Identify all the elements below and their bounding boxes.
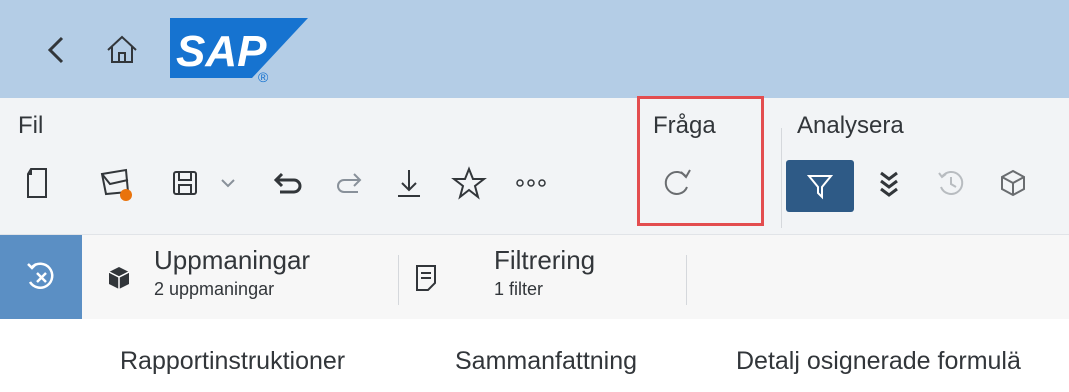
prompts-title: Uppmaningar — [154, 245, 311, 275]
tab-sammanfattning[interactable]: Sammanfattning — [455, 347, 637, 376]
toolbar: Fil Fråga Analysera — [0, 98, 1069, 235]
new-document-icon — [27, 168, 47, 198]
home-button[interactable] — [100, 28, 144, 72]
prompts-subtitle: 2 uppmaningar — [154, 279, 275, 299]
save-icon — [173, 171, 197, 195]
overflow-icon — [516, 179, 546, 187]
open-folder-icon — [100, 168, 132, 201]
sap-logo[interactable]: SAP ® — [170, 18, 308, 88]
tab-detalj-osignerade[interactable]: Detalj osignerade formulä — [736, 347, 1021, 376]
double-chevron-down-icon — [880, 171, 898, 197]
star-icon — [451, 166, 487, 200]
sap-logo-text: SAP — [176, 27, 267, 76]
filter-panel-button[interactable] — [786, 160, 854, 212]
undo-icon — [273, 172, 302, 194]
tab-rapportinstruktioner[interactable]: Rapportinstruktioner — [120, 347, 345, 376]
filter-item[interactable]: Filtrering 1 filter — [408, 245, 678, 309]
expand-button[interactable] — [866, 160, 912, 206]
document-icon — [416, 265, 436, 291]
download-button[interactable] — [386, 160, 432, 206]
filter-subtitle: 1 filter — [494, 279, 544, 299]
data-cube-button[interactable] — [990, 160, 1036, 206]
filter-icon — [806, 175, 834, 200]
registered-mark: ® — [258, 69, 269, 85]
chevron-down-icon — [221, 179, 235, 188]
save-button[interactable] — [162, 160, 208, 206]
redo-icon — [337, 173, 362, 193]
nav-separator — [398, 255, 399, 305]
group-label-fraga: Fråga — [653, 112, 716, 139]
cube-icon — [1001, 169, 1025, 197]
filter-title: Filtrering — [494, 245, 596, 275]
history-icon — [938, 170, 964, 195]
redo-button[interactable] — [326, 160, 372, 206]
download-icon — [398, 170, 420, 197]
chevron-left-icon — [47, 36, 64, 64]
new-document-button[interactable] — [14, 160, 60, 206]
group-label-fil: Fil — [18, 112, 44, 139]
group-label-analysera: Analysera — [797, 112, 904, 139]
group-separator — [781, 128, 782, 228]
shell-bar: SAP ® — [0, 0, 1069, 98]
report-tabs: Rapportinstruktioner Sammanfattning Deta… — [0, 319, 1069, 392]
cube-icon — [108, 267, 130, 289]
save-menu-button[interactable] — [210, 160, 246, 206]
close-filters-button[interactable] — [0, 235, 82, 319]
favorite-button[interactable] — [446, 160, 492, 206]
history-button[interactable] — [928, 160, 974, 206]
refresh-icon — [664, 169, 691, 195]
more-options-button[interactable] — [508, 160, 554, 206]
refresh-button[interactable] — [654, 160, 700, 206]
reset-icon — [27, 262, 54, 289]
open-document-button[interactable] — [94, 160, 140, 206]
filter-summary-bar: Uppmaningar 2 uppmaningar Filtrering 1 f… — [0, 235, 1069, 319]
nav-separator — [686, 255, 687, 305]
back-button[interactable] — [38, 28, 82, 72]
home-icon — [107, 35, 137, 63]
undo-button[interactable] — [266, 160, 312, 206]
prompts-item[interactable]: Uppmaningar 2 uppmaningar — [100, 245, 390, 309]
